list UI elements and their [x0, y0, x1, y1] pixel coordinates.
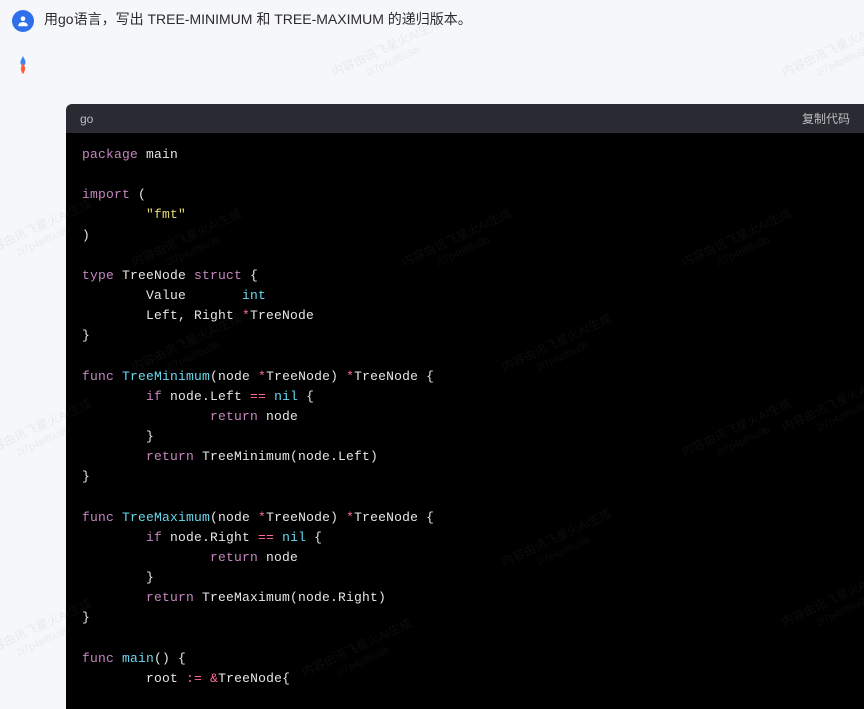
- code-token: [82, 308, 146, 323]
- user-avatar: [12, 10, 34, 32]
- code-token: TreeNode): [266, 369, 346, 384]
- code-language-label: go: [80, 112, 93, 126]
- code-token: }: [82, 610, 90, 625]
- code-token: TreeMinimum(node.Left): [194, 449, 378, 464]
- code-block: go 复制代码 package main import ( "fmt" ) ty…: [66, 104, 864, 709]
- copy-code-button[interactable]: 复制代码: [802, 110, 850, 127]
- code-token: TreeNode: [114, 268, 194, 283]
- code-token: ): [82, 228, 90, 243]
- code-token: if: [146, 389, 162, 404]
- code-token: main: [138, 147, 178, 162]
- code-token: if: [146, 530, 162, 545]
- code-token: [82, 409, 210, 424]
- code-token: TreeMinimum: [114, 369, 210, 384]
- code-token: [274, 530, 282, 545]
- code-token: package: [82, 147, 138, 162]
- code-token: type: [82, 268, 114, 283]
- code-token: (node: [210, 369, 258, 384]
- code-token: main: [114, 651, 154, 666]
- code-token: {: [242, 268, 258, 283]
- code-token: {: [306, 530, 322, 545]
- code-token: nil: [282, 530, 306, 545]
- spark-icon: [12, 54, 34, 76]
- code-token: Value: [146, 288, 242, 303]
- code-token: ==: [250, 389, 266, 404]
- code-token: [82, 449, 146, 464]
- code-token: node: [258, 409, 298, 424]
- ai-message-row: [0, 44, 864, 76]
- user-icon: [16, 14, 30, 28]
- code-token: [82, 288, 146, 303]
- code-token: TreeNode {: [354, 510, 434, 525]
- code-token: [82, 207, 146, 222]
- code-header: go 复制代码: [66, 104, 864, 133]
- code-token: return: [210, 409, 258, 424]
- code-token: TreeNode): [266, 510, 346, 525]
- code-token: TreeNode {: [354, 369, 434, 384]
- code-token: func: [82, 651, 114, 666]
- code-token: [82, 590, 146, 605]
- code-token: [82, 570, 146, 585]
- code-token: TreeMaximum: [114, 510, 210, 525]
- code-content[interactable]: package main import ( "fmt" ) type TreeN…: [66, 133, 864, 709]
- code-token: node.Left: [162, 389, 250, 404]
- code-token: &: [210, 671, 218, 686]
- ai-avatar: [12, 54, 34, 76]
- code-token: [202, 671, 210, 686]
- code-token: [266, 389, 274, 404]
- user-message-row: 用go语言，写出 TREE-MINIMUM 和 TREE-MAXIMUM 的递归…: [0, 0, 864, 44]
- code-token: TreeNode{: [218, 671, 290, 686]
- code-token: }: [146, 570, 154, 585]
- code-token: (node: [210, 510, 258, 525]
- code-token: struct: [194, 268, 242, 283]
- code-token: func: [82, 369, 114, 384]
- code-token: () {: [154, 651, 186, 666]
- code-token: (: [130, 187, 146, 202]
- code-token: [82, 389, 146, 404]
- code-token: ==: [258, 530, 274, 545]
- code-token: }: [82, 469, 90, 484]
- code-token: return: [146, 449, 194, 464]
- code-token: node.Right: [162, 530, 258, 545]
- code-token: *: [258, 510, 266, 525]
- code-token: *: [242, 308, 250, 323]
- code-token: }: [82, 328, 90, 343]
- code-token: }: [146, 429, 154, 444]
- code-token: nil: [274, 389, 298, 404]
- code-token: Left, Right: [146, 308, 242, 323]
- code-token: int: [242, 288, 266, 303]
- code-token: func: [82, 510, 114, 525]
- code-token: [82, 550, 210, 565]
- code-token: [82, 671, 146, 686]
- code-token: node: [258, 550, 298, 565]
- code-token: return: [210, 550, 258, 565]
- code-token: [82, 530, 146, 545]
- code-token: *: [346, 369, 354, 384]
- code-token: import: [82, 187, 130, 202]
- code-token: "fmt": [146, 207, 186, 222]
- code-token: *: [346, 510, 354, 525]
- code-token: :=: [186, 671, 202, 686]
- user-prompt-text: 用go语言，写出 TREE-MINIMUM 和 TREE-MAXIMUM 的递归…: [44, 8, 472, 30]
- code-token: return: [146, 590, 194, 605]
- code-token: TreeNode: [250, 308, 314, 323]
- code-token: *: [258, 369, 266, 384]
- code-token: [82, 429, 146, 444]
- code-token: {: [298, 389, 314, 404]
- code-token: root: [146, 671, 186, 686]
- code-token: TreeMaximum(node.Right): [194, 590, 386, 605]
